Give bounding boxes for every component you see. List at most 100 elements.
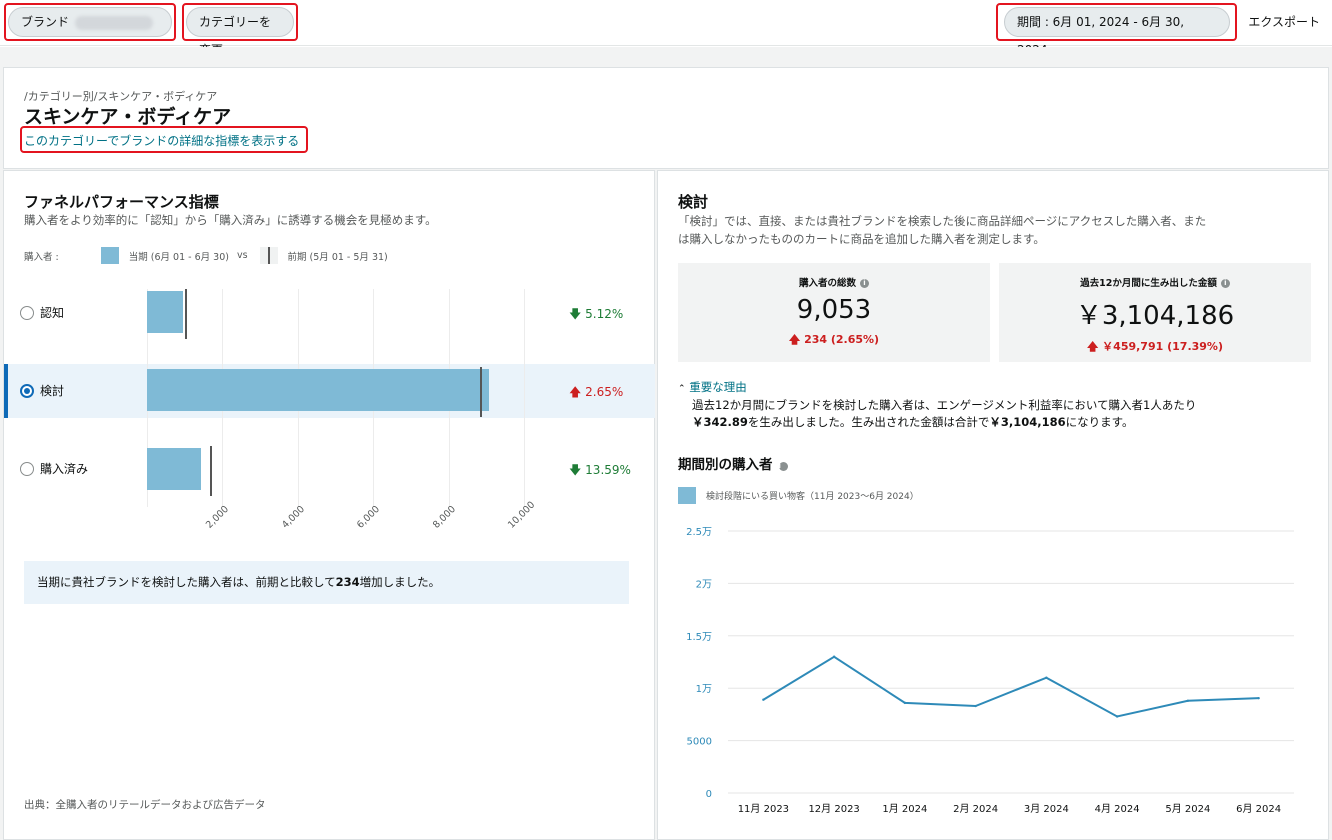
funnel-row-consideration[interactable]: 検討 (20, 382, 64, 399)
x-tick-label: 2月 2024 (953, 803, 998, 815)
info-icon[interactable]: i (860, 279, 869, 288)
radio-consideration[interactable] (20, 383, 34, 398)
funnel-previous-marker (479, 367, 482, 417)
category-header: /カテゴリー別/スキンケア・ボディケア スキンケア・ボディケア このカテゴリーで… (3, 67, 1329, 169)
data-source-note: 出典：全購入者のリテールデータおよび広告データ (24, 799, 266, 811)
y-tick-label: 5000 (687, 737, 712, 748)
line-chart-title: 期間別の購入者 i (678, 453, 788, 473)
y-tick-label: 0 (706, 789, 712, 800)
reason-title: 重要な理由 (689, 380, 747, 394)
funnel-row-purchased[interactable]: 購入済み (20, 460, 88, 477)
highlight-box (182, 3, 298, 41)
radio-purchased[interactable] (20, 461, 34, 476)
insight-text-end: 増加しました。 (359, 575, 441, 589)
delta-consideration: 🡅 2.65% (569, 383, 623, 404)
data-point (1186, 699, 1190, 702)
reason-toggle[interactable]: ⌃ 重要な理由 (678, 379, 747, 395)
stat-value: 9,053 (796, 295, 872, 325)
radio-awareness[interactable] (20, 305, 34, 320)
data-point (762, 698, 765, 701)
funnel-previous-marker (185, 289, 188, 339)
info-icon[interactable]: i (1220, 279, 1230, 288)
legend-current-swatch (100, 247, 119, 264)
funnel-gridline (524, 289, 526, 507)
arrow-up-icon: 🡅 (788, 333, 801, 346)
insight-number: 234 (335, 575, 360, 589)
funnel-insight: 当期に貴社ブランドを検討した購入者は、前期と比較して234増加しました。 (24, 561, 629, 604)
funnel-x-tick: 6,000 (355, 503, 383, 531)
funnel-title: ファネルパフォーマンス指標 (24, 193, 219, 211)
row-label-consideration: 検討 (40, 384, 65, 398)
reason-body: 過去12か月間にブランドを検討した購入者は、エンゲージメント利益率において購入者… (692, 397, 1252, 431)
legend-previous-swatch (259, 247, 278, 264)
delta-purchased: 🡇 13.59% (569, 461, 631, 482)
x-tick-label: 11月 2023 (738, 803, 789, 815)
funnel-previous-marker (209, 446, 212, 496)
stat-label-text: 購入者の総数 (798, 278, 856, 289)
buyers-line-chart: 0 5000 1万 1.5万 2万 2.5万 11月 2023 12月 2023 1月 2024… (686, 527, 1294, 815)
series-line (762, 655, 1259, 718)
line-chart-title-text: 期間別の購入者 (678, 457, 773, 473)
x-tick-label: 6月 2024 (1236, 803, 1281, 815)
delta-consideration-value: 2.65% (585, 385, 624, 399)
funnel-x-tick: 4,000 (279, 503, 307, 531)
reason-text-mid: を生み出しました。生み出された金額は合計で (747, 415, 990, 429)
legend-swatch (678, 487, 696, 504)
highlight-box (4, 3, 176, 41)
legend-label: 購入者 : (24, 251, 59, 263)
consideration-title: 検討 (678, 193, 709, 211)
stat-label: 過去12か月間に生み出した金額 i (999, 275, 1311, 289)
x-tick-label: 1月 2024 (882, 803, 927, 815)
reason-text-end: になります。 (1065, 415, 1134, 429)
stat-label-text: 過去12か月間に生み出した金額 (1080, 278, 1217, 289)
legend-vs: vs (236, 250, 248, 261)
delta-awareness: 🡇 5.12% (569, 305, 623, 326)
delta-purchased-value: 13.59% (585, 463, 631, 477)
stat-delta-value: ￥459,791 (17.39%) (1102, 340, 1223, 353)
data-point (1257, 696, 1260, 700)
funnel-row-awareness[interactable]: 認知 (20, 304, 64, 321)
reason-per-buyer: ￥342.89 (692, 415, 748, 429)
legend-series-label: 検討段階にいる買い物客（11月 2023～6月 2024） (706, 492, 919, 502)
y-tick-label: 2万 (696, 579, 712, 590)
funnel-subtitle: 購入者をより効率的に「認知」から「購入済み」に誘導する機会を見極めます。 (24, 213, 437, 227)
arrow-down-icon: 🡇 (569, 463, 582, 477)
y-tick-label: 1.5万 (686, 632, 712, 643)
y-tick-label: 1万 (696, 684, 712, 695)
stat-label: 購入者の総数 i (678, 275, 990, 289)
reason-line-1: 過去12か月間にブランドを検討した購入者は、エンゲージメント利益率において購入者… (692, 398, 1197, 412)
funnel-bar (147, 291, 183, 333)
arrow-down-icon: 🡇 (569, 307, 582, 321)
reason-total: ￥3,104,186 (989, 415, 1066, 429)
y-tick-label: 2.5万 (686, 527, 712, 538)
arrow-up-icon: 🡅 (569, 385, 582, 399)
x-tick-label: 5月 2024 (1165, 803, 1210, 815)
consideration-desc-1: 「検討」では、直接、または貴社ブランドを検索した後に商品詳細ページにアクセスした… (678, 214, 1207, 228)
data-point (832, 655, 836, 658)
line-chart-legend: 検討段階にいる買い物客（11月 2023～6月 2024） (678, 487, 919, 504)
stat-delta-value: 234 (2.65%) (804, 333, 880, 346)
legend-previous-label: 前期 (5月 01 - 5月 31) (287, 251, 388, 263)
x-tick-label: 3月 2024 (1024, 803, 1069, 815)
top-bar: ブランド カテゴリーを変更 期間 : 6月 01, 2024 - 6月 30, … (0, 0, 1332, 57)
reason-line-2: ￥342.89を生み出しました。生み出された金額は合計で￥3,104,186にな… (692, 414, 1252, 431)
info-icon[interactable]: i (778, 462, 788, 471)
consideration-desc-2: は購入しなかったもののカートに商品を追加した購入者を測定します。 (678, 232, 1045, 246)
export-button[interactable]: エクスポート (1248, 13, 1320, 30)
data-point (903, 701, 907, 705)
stat-value: ￥3,104,186 (1075, 301, 1235, 331)
funnel-x-tick: 8,000 (430, 503, 458, 531)
stat-total-buyers: 購入者の総数 i 9,053 🡅 234 (2.65%) (678, 263, 990, 362)
arrow-up-icon: 🡅 (1087, 340, 1099, 353)
row-label-purchased: 購入済み (40, 462, 89, 476)
highlight-box (20, 126, 308, 153)
delta-awareness-value: 5.12% (585, 307, 624, 321)
highlight-box (996, 3, 1237, 41)
funnel-x-tick: 2,000 (204, 503, 232, 531)
funnel-legend: 購入者 : 当期 (6月 01 - 6月 30) vs 前期 (5月 01 - … (24, 247, 388, 264)
page-title: スキンケア・ボディケア (24, 106, 232, 128)
funnel-bar (147, 369, 489, 411)
chevron-up-icon: ⌃ (678, 384, 686, 394)
x-tick-label: 12月 2023 (808, 803, 859, 815)
stat-delta: 🡅 234 (2.65%) (678, 331, 990, 350)
